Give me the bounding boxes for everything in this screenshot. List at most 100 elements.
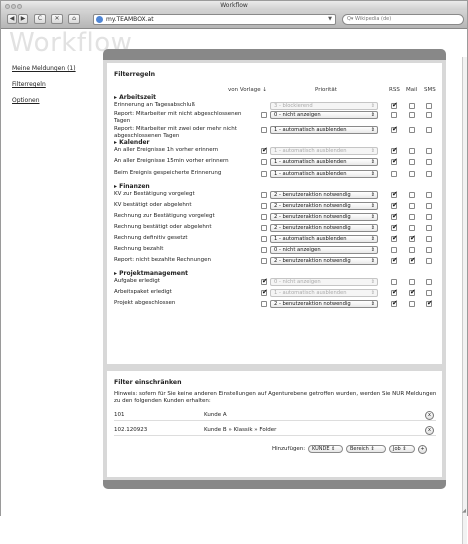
close-window-icon[interactable] <box>5 4 10 9</box>
vorlage-checkbox[interactable] <box>261 171 267 177</box>
column-vorlage[interactable]: von Vorlage ↓ <box>228 87 267 93</box>
sms-checkbox[interactable] <box>426 225 432 231</box>
mail-checkbox[interactable] <box>409 171 415 177</box>
rss-checkbox[interactable] <box>391 223 398 231</box>
mail-checkbox[interactable] <box>409 127 415 133</box>
vorlage-checkbox[interactable] <box>261 236 267 242</box>
priority-select[interactable]: 0 - nicht anzeigen ⇕ <box>270 278 378 286</box>
vorlage-checkbox[interactable] <box>261 247 267 253</box>
rss-checkbox[interactable] <box>391 112 397 118</box>
vorlage-checkbox[interactable] <box>261 112 267 118</box>
sms-checkbox[interactable] <box>426 103 432 109</box>
mail-checkbox[interactable] <box>409 279 415 285</box>
rss-checkbox[interactable] <box>391 279 397 285</box>
vorlage-checkbox[interactable] <box>261 258 267 264</box>
address-url[interactable]: my.TEAMBOX.at <box>106 16 154 24</box>
sms-checkbox[interactable] <box>426 112 432 118</box>
section-heading[interactable]: ▸ Arbeitszeit <box>114 94 156 101</box>
sms-checkbox[interactable] <box>426 171 432 177</box>
priority-select[interactable]: 2 - benutzeraktion notwendig ⇕ <box>270 300 378 308</box>
priority-select[interactable]: 2 - benutzeraktion notwendig ⇕ <box>270 213 378 221</box>
address-bar[interactable]: my.TEAMBOX.at ▼ <box>93 14 336 25</box>
rss-checkbox[interactable] <box>391 299 398 307</box>
vorlage-checkbox[interactable] <box>261 127 267 133</box>
sms-checkbox[interactable] <box>426 279 432 285</box>
vorlage-checkbox[interactable] <box>261 288 268 296</box>
home-button[interactable]: ⌂ <box>68 14 80 24</box>
add-customer-button[interactable]: + <box>418 445 427 454</box>
reload-button[interactable]: C <box>34 14 46 24</box>
rss-checkbox[interactable] <box>391 288 398 296</box>
job-select[interactable]: Job ⇕ <box>389 445 415 453</box>
rss-checkbox[interactable] <box>391 171 397 177</box>
remove-customer-button[interactable]: x <box>425 426 434 435</box>
priority-select[interactable]: 2 - benutzeraktion notwendig ⇕ <box>270 202 378 210</box>
search-input[interactable]: Q▾ Wikipedia (de) <box>342 14 464 25</box>
chevron-down-icon[interactable]: ▼ <box>328 16 332 22</box>
sms-checkbox[interactable] <box>426 148 432 154</box>
section-heading[interactable]: ▸ Projektmanagement <box>114 270 188 277</box>
mail-checkbox[interactable] <box>409 288 416 296</box>
mail-checkbox[interactable] <box>409 203 415 209</box>
rss-checkbox[interactable] <box>391 125 398 133</box>
forward-button[interactable]: ▶ <box>18 14 28 24</box>
minimize-window-icon[interactable] <box>11 4 16 9</box>
vorlage-checkbox[interactable] <box>261 277 268 285</box>
sms-checkbox[interactable] <box>426 203 432 209</box>
priority-select[interactable]: 1 - automatisch ausblenden ⇕ <box>270 289 378 297</box>
vorlage-checkbox[interactable] <box>261 301 267 307</box>
vorlage-checkbox[interactable] <box>261 146 268 154</box>
sms-checkbox[interactable] <box>426 214 432 220</box>
scrollbar[interactable] <box>462 57 467 544</box>
stop-button[interactable]: ✕ <box>51 14 63 24</box>
mail-checkbox[interactable] <box>409 148 415 154</box>
priority-select[interactable]: 1 - automatisch ausblenden ⇕ <box>270 235 378 243</box>
priority-select[interactable]: 2 - benutzeraktion notwendig ⇕ <box>270 257 378 265</box>
mail-checkbox[interactable] <box>409 103 415 109</box>
vorlage-checkbox[interactable] <box>261 159 267 165</box>
priority-select[interactable]: 1 - automatisch ausblenden ⇕ <box>270 170 378 178</box>
vorlage-checkbox[interactable] <box>261 214 267 220</box>
vorlage-checkbox[interactable] <box>261 192 267 198</box>
priority-select[interactable]: 1 - automatisch ausblenden ⇕ <box>270 126 378 134</box>
priority-select[interactable]: 2 - benutzeraktion notwendig ⇕ <box>270 191 378 199</box>
mail-checkbox[interactable] <box>409 301 415 307</box>
sms-checkbox[interactable] <box>426 247 432 253</box>
bereich-select[interactable]: Bereich ⇕ <box>346 445 386 453</box>
sms-checkbox[interactable] <box>426 290 432 296</box>
vorlage-checkbox[interactable] <box>261 203 267 209</box>
sms-checkbox[interactable] <box>426 236 432 242</box>
priority-select[interactable]: 2 - benutzeraktion notwendig ⇕ <box>270 224 378 232</box>
sms-checkbox[interactable] <box>426 258 432 264</box>
priority-select[interactable]: 3 - blockierend ⇕ <box>270 102 378 110</box>
rss-checkbox[interactable] <box>391 212 398 220</box>
priority-select[interactable]: 1 - automatisch ausblenden ⇕ <box>270 147 378 155</box>
kunde-select[interactable]: KUNDE ⇕ <box>308 445 343 453</box>
sms-checkbox[interactable] <box>426 192 432 198</box>
mail-checkbox[interactable] <box>409 214 415 220</box>
sms-checkbox[interactable] <box>426 159 432 165</box>
mail-checkbox[interactable] <box>409 159 415 165</box>
priority-select[interactable]: 1 - automatisch ausblenden ⇕ <box>270 158 378 166</box>
sidebar-item-optionen[interactable]: Optionen <box>12 97 76 104</box>
resize-grip-icon[interactable]: ◢ <box>462 508 466 514</box>
rss-checkbox[interactable] <box>391 201 398 209</box>
priority-select[interactable]: 0 - nicht anzeigen ⇕ <box>270 111 378 119</box>
mail-checkbox[interactable] <box>409 256 416 264</box>
rss-checkbox[interactable] <box>391 146 398 154</box>
rss-checkbox[interactable] <box>391 247 397 253</box>
remove-customer-button[interactable]: x <box>425 411 434 420</box>
rss-checkbox[interactable] <box>391 256 398 264</box>
rss-checkbox[interactable] <box>391 190 398 198</box>
mail-checkbox[interactable] <box>409 247 415 253</box>
section-heading[interactable]: ▸ Kalender <box>114 139 150 146</box>
sms-checkbox[interactable] <box>426 299 433 307</box>
mail-checkbox[interactable] <box>409 225 415 231</box>
sidebar-item-meldungen[interactable]: Meine Meldungen (1) <box>12 65 76 72</box>
section-heading[interactable]: ▸ Finanzen <box>114 183 150 190</box>
mail-checkbox[interactable] <box>409 192 415 198</box>
vorlage-checkbox[interactable] <box>261 225 267 231</box>
mail-checkbox[interactable] <box>409 112 415 118</box>
mail-checkbox[interactable] <box>409 234 416 242</box>
rss-checkbox[interactable] <box>391 101 398 109</box>
